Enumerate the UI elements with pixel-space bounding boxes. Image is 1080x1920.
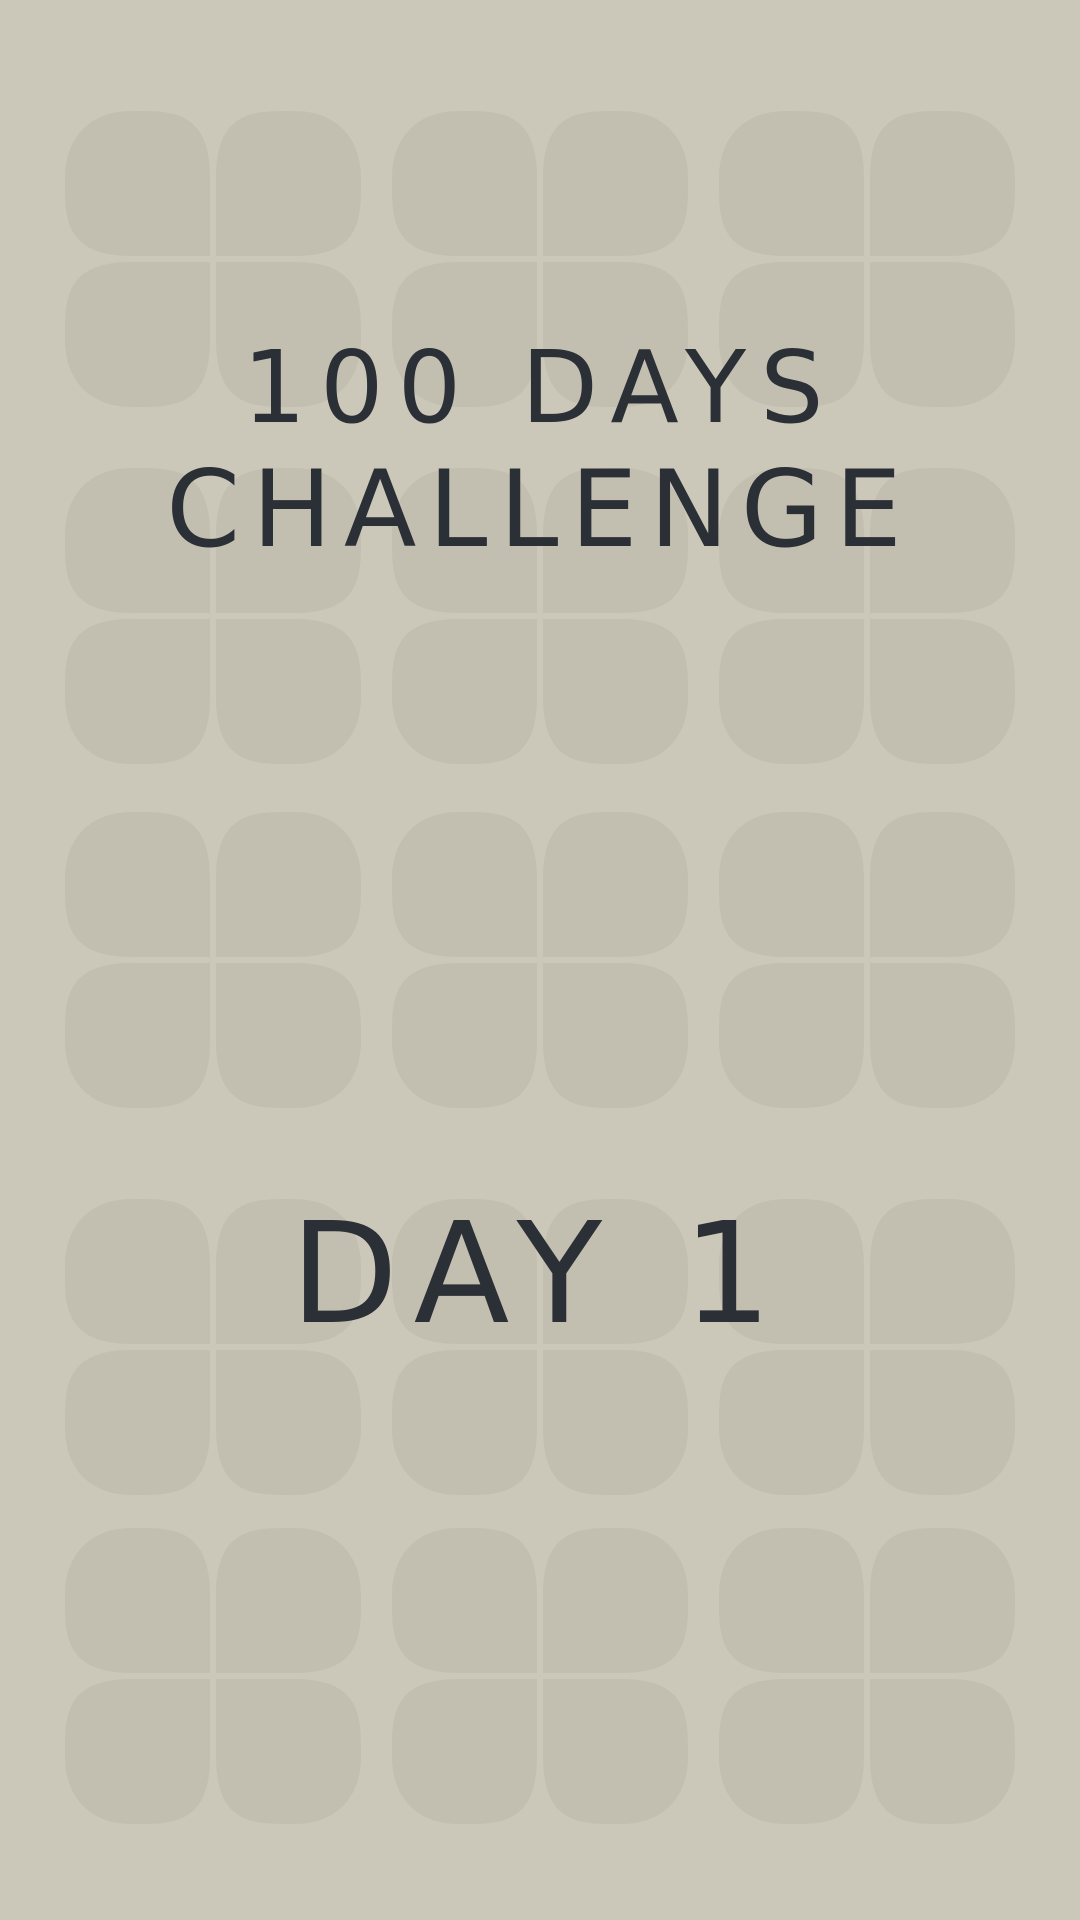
text-layer: 100 DAYS CHALLENGE DAY 1 (0, 0, 1080, 1920)
title-line-1: 100 DAYS (242, 329, 838, 446)
title-line-2: CHALLENGE (166, 448, 914, 571)
day-label: DAY 1 (290, 1193, 790, 1356)
